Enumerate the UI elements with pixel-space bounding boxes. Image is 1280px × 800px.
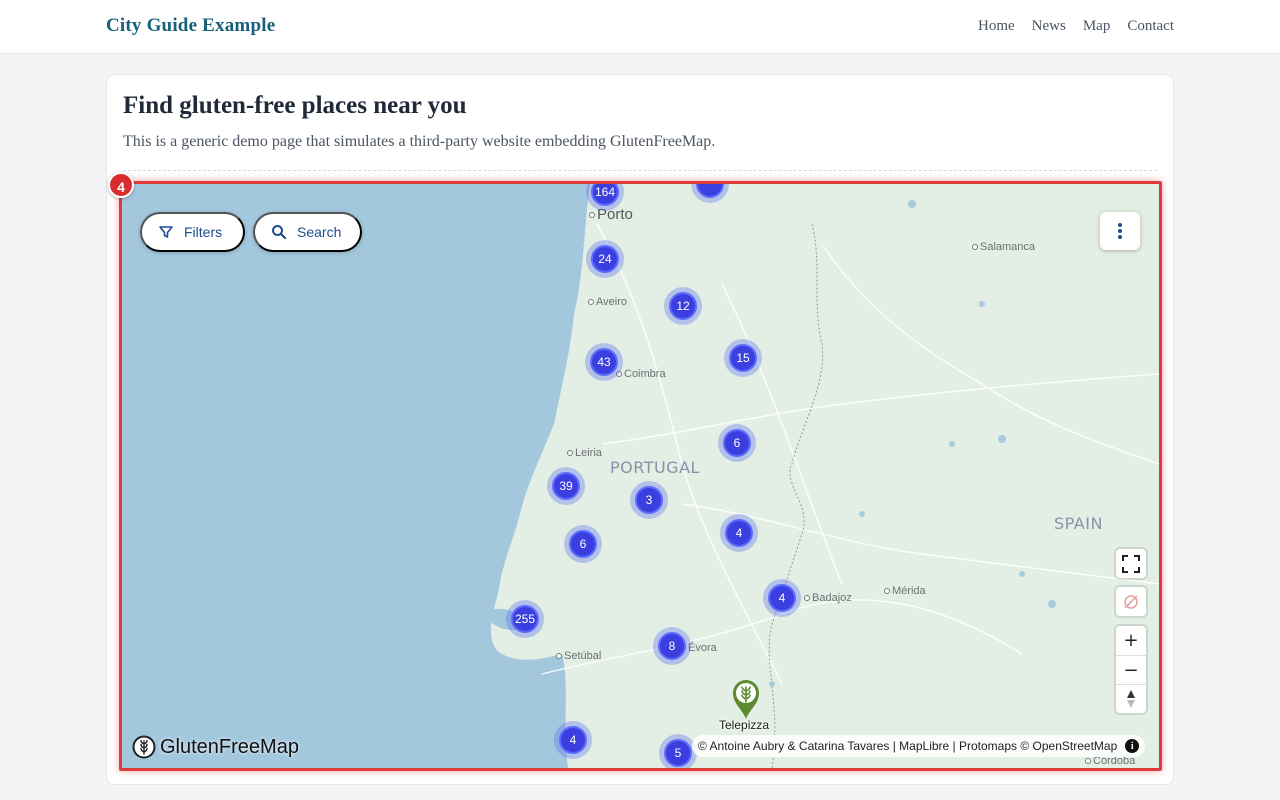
info-icon[interactable]: i: [1125, 739, 1140, 753]
nav-news[interactable]: News: [1032, 18, 1066, 35]
cluster-marker[interactable]: 4: [720, 514, 758, 552]
cluster-marker[interactable]: 8: [653, 627, 691, 665]
kebab-menu-icon: [1118, 223, 1122, 239]
city-label-badajoz: Badajoz: [804, 592, 852, 604]
page-title: Find gluten-free places near you: [123, 92, 467, 119]
city-label-salamanca: Salamanca: [972, 241, 1035, 253]
page-subtitle: This is a generic demo page that simulat…: [123, 133, 716, 150]
search-button[interactable]: Search: [253, 212, 362, 252]
country-label-portugal: PORTUGAL: [610, 458, 700, 477]
cluster-marker[interactable]: 39: [547, 467, 585, 505]
zoom-in-icon: +: [1123, 630, 1139, 651]
cluster-marker[interactable]: 255: [506, 600, 544, 638]
filters-label: Filters: [184, 224, 223, 240]
cluster-marker[interactable]: 5: [659, 734, 697, 768]
site-brand[interactable]: City Guide Example: [106, 15, 275, 37]
fullscreen-control: [1116, 549, 1146, 578]
geolocate-control: [1116, 587, 1146, 616]
city-label-setubal: Setúbal: [556, 650, 601, 662]
geolocate-icon: [1124, 594, 1138, 609]
city-label-coimbra: Coimbra: [616, 368, 666, 380]
filters-button[interactable]: Filters: [140, 212, 245, 252]
cluster-marker[interactable]: 4: [554, 721, 592, 759]
wheat-logo-icon: [132, 735, 156, 759]
search-label: Search: [297, 224, 342, 240]
filter-icon: [159, 226, 173, 238]
cluster-marker[interactable]: 43: [585, 343, 623, 381]
wheat-pin-icon: [733, 680, 759, 719]
divider: [123, 170, 1157, 171]
cluster-marker[interactable]: 4: [763, 579, 801, 617]
city-label-aveiro: Aveiro: [588, 296, 627, 308]
geolocate-button[interactable]: [1116, 587, 1146, 616]
place-marker-label[interactable]: Telepizza: [719, 718, 769, 732]
zoom-in-button[interactable]: +: [1116, 626, 1146, 655]
nav-home[interactable]: Home: [978, 18, 1015, 35]
annotation-badge: 4: [108, 172, 134, 198]
zoom-out-icon: −: [1123, 659, 1139, 681]
navigation-control: + −: [1116, 626, 1146, 713]
city-label-merida: Mérida: [884, 585, 926, 597]
more-menu-button[interactable]: [1100, 212, 1140, 250]
glutenfreemap-logo[interactable]: GlutenFreeMap: [132, 735, 299, 759]
fullscreen-button[interactable]: [1116, 549, 1146, 578]
zoom-out-button[interactable]: −: [1116, 655, 1146, 684]
cluster-marker[interactable]: 6: [564, 525, 602, 563]
cluster-marker[interactable]: 12: [664, 287, 702, 325]
map-embed[interactable]: Porto Aveiro Coimbra Leiria Setúbal Évor…: [122, 184, 1159, 768]
cluster-marker[interactable]: 24: [586, 240, 624, 278]
cluster-marker[interactable]: 3: [630, 481, 668, 519]
map-attribution: © Antoine Aubry & Catarina Tavares | Map…: [692, 735, 1146, 757]
site-header: City Guide Example Home News Map Contact: [0, 0, 1280, 54]
cluster-marker[interactable]: 15: [724, 339, 762, 377]
search-icon: [272, 225, 287, 240]
compass-icon: [1127, 690, 1135, 708]
nav-map[interactable]: Map: [1083, 18, 1111, 35]
logo-text: GlutenFreeMap: [160, 735, 299, 758]
city-label-leiria: Leiria: [567, 447, 602, 459]
compass-button[interactable]: [1116, 684, 1146, 713]
nav-contact[interactable]: Contact: [1127, 18, 1174, 35]
country-label-spain: SPAIN: [1054, 514, 1103, 533]
cluster-marker[interactable]: 6: [718, 424, 756, 462]
attribution-text[interactable]: © Antoine Aubry & Catarina Tavares | Map…: [698, 739, 1117, 753]
fullscreen-icon: [1122, 554, 1140, 573]
site-nav: Home News Map Contact: [978, 18, 1174, 35]
